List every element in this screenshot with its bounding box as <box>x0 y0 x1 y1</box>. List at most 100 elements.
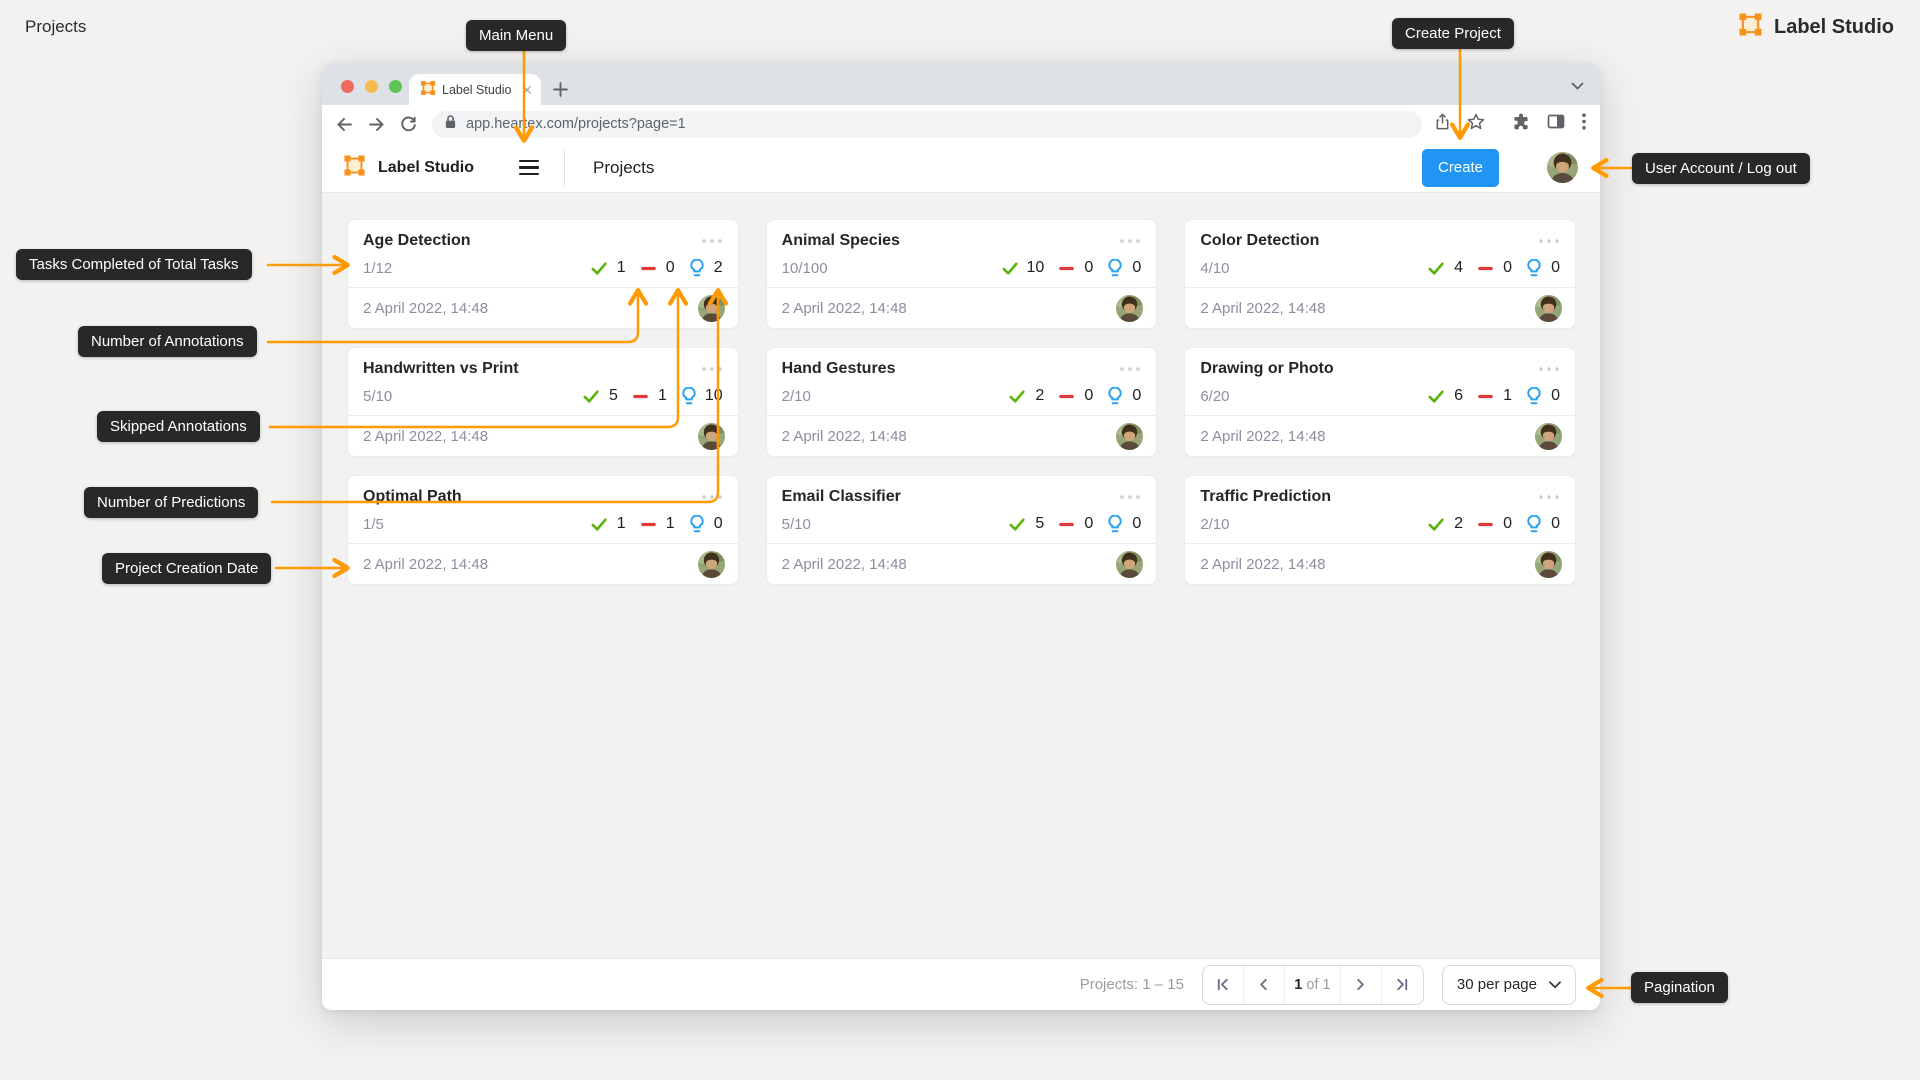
annotations-check-icon <box>1009 518 1025 531</box>
last-page-button[interactable] <box>1382 966 1423 1004</box>
predictions-count: 0 <box>713 515 723 533</box>
tab-strip-chevron-down-icon[interactable] <box>1571 78 1584 96</box>
annotations-count: 2 <box>1034 387 1044 405</box>
skipped-minus-icon <box>1059 522 1074 527</box>
browser-tab[interactable]: Label Studio ✕ <box>409 74 541 105</box>
skipped-minus-icon <box>633 394 648 399</box>
avatar[interactable] <box>1535 295 1562 322</box>
creation-date: 2 April 2022, 14:48 <box>1200 556 1325 573</box>
annotations-count: 5 <box>1034 515 1044 533</box>
card-menu-button[interactable] <box>1119 234 1141 248</box>
project-card[interactable]: Color Detection 4/10 4 0 <box>1184 219 1576 329</box>
traffic-light-maximize-icon[interactable] <box>389 80 402 93</box>
project-title[interactable]: Age Detection <box>363 232 471 250</box>
forward-icon[interactable] <box>368 116 385 133</box>
creation-date: 2 April 2022, 14:48 <box>1200 428 1325 445</box>
address-bar[interactable]: app.heartex.com/projects?page=1 <box>432 111 1422 138</box>
project-card[interactable]: Email Classifier 5/10 5 0 <box>766 475 1158 585</box>
skipped-count: 0 <box>665 259 675 277</box>
per-page-dropdown[interactable]: 30 per page <box>1442 965 1576 1005</box>
card-menu-button[interactable] <box>1119 490 1141 504</box>
header-divider <box>564 149 565 187</box>
callout-create-project: Create Project <box>1392 18 1514 49</box>
avatar[interactable] <box>698 423 725 450</box>
project-card[interactable]: Animal Species 10/100 10 0 <box>766 219 1158 329</box>
task-progress: 2/10 <box>1200 516 1229 533</box>
creation-date: 2 April 2022, 14:48 <box>1200 300 1325 317</box>
chevron-down-icon <box>1549 981 1561 989</box>
tab-close-icon[interactable]: ✕ <box>521 83 533 97</box>
ellipsis-icon <box>701 366 723 372</box>
avatar[interactable] <box>1116 551 1143 578</box>
skipped-count: 1 <box>657 387 667 405</box>
avatar[interactable] <box>698 551 725 578</box>
task-progress: 6/20 <box>1200 388 1229 405</box>
annotations-count: 10 <box>1027 259 1045 277</box>
bookmark-star-icon[interactable] <box>1467 113 1485 135</box>
traffic-light-minimize-icon[interactable] <box>365 80 378 93</box>
page-title: Projects <box>25 17 86 37</box>
skipped-minus-icon <box>641 266 656 271</box>
card-menu-button[interactable] <box>701 362 723 376</box>
new-tab-icon[interactable] <box>552 81 569 98</box>
app-header: Label Studio Projects Create <box>322 143 1600 193</box>
task-progress: 1/12 <box>363 260 392 277</box>
creation-date: 2 April 2022, 14:48 <box>782 556 907 573</box>
annotations-count: 1 <box>616 515 626 533</box>
first-page-button[interactable] <box>1203 966 1244 1004</box>
card-menu-button[interactable] <box>1538 234 1560 248</box>
card-menu-button[interactable] <box>701 234 723 248</box>
card-menu-button[interactable] <box>1538 490 1560 504</box>
project-title[interactable]: Handwritten vs Print <box>363 360 519 378</box>
annotations-count: 5 <box>608 387 618 405</box>
avatar[interactable] <box>1535 551 1562 578</box>
callout-user-account: User Account / Log out <box>1632 153 1810 184</box>
reload-icon[interactable] <box>400 116 417 133</box>
user-avatar[interactable] <box>1547 152 1578 183</box>
card-menu-button[interactable] <box>1119 362 1141 376</box>
project-title[interactable]: Email Classifier <box>782 488 901 506</box>
skipped-minus-icon <box>1478 266 1493 271</box>
avatar[interactable] <box>1535 423 1562 450</box>
traffic-light-close-icon[interactable] <box>341 80 354 93</box>
task-progress: 10/100 <box>782 260 828 277</box>
callout-pagination: Pagination <box>1631 972 1728 1003</box>
previous-page-button[interactable] <box>1244 966 1285 1004</box>
avatar[interactable] <box>698 295 725 322</box>
card-menu-button[interactable] <box>1538 362 1560 376</box>
avatar[interactable] <box>1116 295 1143 322</box>
project-card[interactable]: Optimal Path 1/5 1 1 <box>347 475 739 585</box>
side-panel-icon[interactable] <box>1547 113 1565 135</box>
card-menu-button[interactable] <box>701 490 723 504</box>
project-title[interactable]: Drawing or Photo <box>1200 360 1333 378</box>
brand-text: Label Studio <box>1774 16 1894 39</box>
ellipsis-icon <box>1538 366 1560 372</box>
project-title[interactable]: Optimal Path <box>363 488 462 506</box>
creation-date: 2 April 2022, 14:48 <box>363 556 488 573</box>
avatar[interactable] <box>1116 423 1143 450</box>
next-page-button[interactable] <box>1341 966 1382 1004</box>
project-title[interactable]: Color Detection <box>1200 232 1319 250</box>
project-card[interactable]: Handwritten vs Print 5/10 5 <box>347 347 739 457</box>
project-card[interactable]: Traffic Prediction 2/10 2 <box>1184 475 1576 585</box>
skipped-count: 0 <box>1502 515 1512 533</box>
annotations-count: 2 <box>1453 515 1463 533</box>
skipped-count: 0 <box>1083 387 1093 405</box>
main-menu-hamburger-icon[interactable] <box>519 160 539 175</box>
project-card[interactable]: Hand Gestures 2/10 2 0 <box>766 347 1158 457</box>
extensions-puzzle-icon[interactable] <box>1512 113 1530 136</box>
project-title[interactable]: Hand Gestures <box>782 360 896 378</box>
browser-menu-kebab-icon[interactable] <box>1582 113 1586 135</box>
project-title[interactable]: Animal Species <box>782 232 900 250</box>
task-progress: 1/5 <box>363 516 384 533</box>
project-card[interactable]: Drawing or Photo 6/20 6 1 <box>1184 347 1576 457</box>
project-title[interactable]: Traffic Prediction <box>1200 488 1331 506</box>
callout-creation-date: Project Creation Date <box>102 553 271 584</box>
share-icon[interactable] <box>1434 113 1451 136</box>
url-text: app.heartex.com/projects?page=1 <box>466 116 686 132</box>
project-card[interactable]: Age Detection 1/12 1 0 <box>347 219 739 329</box>
creation-date: 2 April 2022, 14:48 <box>363 428 488 445</box>
app-logo-icon <box>344 155 365 181</box>
back-icon[interactable] <box>336 116 353 133</box>
create-button[interactable]: Create <box>1422 149 1499 187</box>
